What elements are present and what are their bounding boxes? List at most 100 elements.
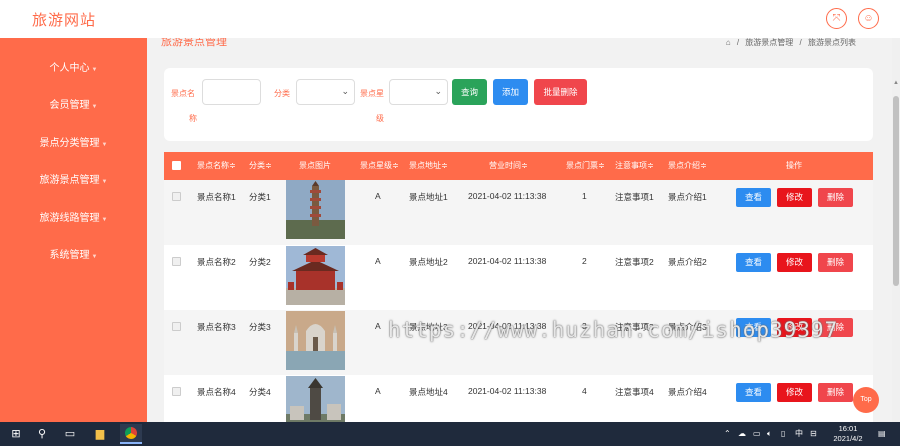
sidebar-item-label: 系统管理 (49, 250, 90, 261)
column-header-time[interactable]: 营业时间≑ (489, 152, 528, 180)
network-icon[interactable]: ▭ (753, 422, 761, 446)
user-icon[interactable]: ☺ (858, 8, 879, 29)
page-scrollbar[interactable]: ▲ (892, 38, 900, 422)
star-select[interactable]: ⌄ (389, 79, 448, 105)
main-content: 旅游景点管理 ⌂ / 旅游景点管理 / 旅游景点列表 景点名 称 分类 ⌄ 景点… (147, 38, 900, 422)
sidebar-item-routes[interactable]: 旅游线路管理 ▼ (0, 209, 147, 229)
sidebar: 个人中心 ▼ 会员管理 ▼ 景点分类管理 ▼ 旅游景点管理 ▼ 旅游线路管理 ▼ 系统管理… (0, 38, 147, 422)
breadcrumb-separator: / (799, 38, 802, 47)
site-brand[interactable]: 旅游网站 (32, 9, 96, 30)
cell-notice: 注意事项4 (615, 387, 654, 397)
search-icon[interactable]: ⚲ (34, 426, 50, 442)
fullscreen-icon[interactable]: ⤧ (826, 8, 847, 29)
delete-button[interactable]: 删除 (818, 253, 853, 272)
cell-name: 景点名称2 (197, 257, 236, 267)
sidebar-item-label: 景点分类管理 (39, 138, 100, 149)
sidebar-item-label: 旅游线路管理 (39, 213, 100, 224)
sidebar-item-attractions[interactable]: 旅游景点管理 ▼ (0, 171, 147, 191)
ime-indicator[interactable]: 中 (795, 422, 803, 446)
attraction-image (286, 376, 345, 422)
chevron-down-icon: ▼ (91, 67, 98, 73)
query-button[interactable]: 查询 (452, 79, 487, 105)
attraction-image (286, 180, 345, 239)
column-header-image: 景点图片 (299, 161, 331, 170)
sidebar-item-categories[interactable]: 景点分类管理 ▼ (0, 134, 147, 154)
back-to-top-button[interactable]: Top (853, 387, 879, 413)
delete-button[interactable]: 删除 (818, 188, 853, 207)
delete-button[interactable]: 删除 (818, 383, 853, 402)
view-button[interactable]: 查看 (736, 188, 771, 207)
column-header-ticket[interactable]: 景点门票≑ (566, 152, 605, 180)
input-method-icon[interactable]: ⊟ (810, 422, 817, 446)
column-header-address[interactable]: 景点地址≑ (409, 152, 448, 180)
chevron-down-icon: ▼ (91, 104, 98, 110)
cell-notice: 注意事项1 (615, 192, 654, 202)
windows-start-icon[interactable]: ⊞ (8, 426, 24, 442)
select-all-checkbox[interactable] (172, 161, 181, 170)
star-label-wrap: 级 (376, 114, 384, 123)
star-label: 景点星 (360, 89, 384, 98)
cell-intro: 景点介绍1 (668, 192, 707, 202)
clock-date: 2021/4/2 (833, 434, 863, 443)
tray-chevron-icon[interactable]: ⌃ (724, 422, 731, 446)
column-header-notice[interactable]: 注意事项≑ (615, 152, 654, 180)
column-header-category[interactable]: 分类≑ (249, 152, 272, 180)
cell-notice: 注意事项2 (615, 257, 654, 267)
add-button[interactable]: 添加 (493, 79, 528, 105)
cell-category: 分类1 (249, 192, 271, 202)
chevron-down-icon: ▼ (101, 142, 108, 148)
chevron-down-icon: ⌄ (341, 86, 349, 96)
page-title: 旅游景点管理 (161, 38, 227, 48)
page-header: 旅游景点管理 ⌂ / 旅游景点管理 / 旅游景点列表 (147, 38, 892, 54)
name-input[interactable] (202, 79, 261, 105)
sidebar-item-members[interactable]: 会员管理 ▼ (0, 96, 147, 116)
chrome-icon[interactable] (120, 424, 142, 444)
cell-address: 景点地址1 (409, 192, 448, 202)
category-select[interactable]: ⌄ (296, 79, 355, 105)
windows-taskbar: ⊞ ⚲ ▭ ▆ ⌃ ☁ ▭ 🔈︎ ▯ 中 ⊟ 16:01 2021/4/2 ▤ (0, 422, 900, 446)
task-view-icon[interactable]: ▭ (62, 426, 78, 442)
sidebar-item-personal-center[interactable]: 个人中心 ▼ (0, 59, 147, 79)
cloud-icon[interactable]: ☁ (738, 422, 746, 446)
cell-ticket: 4 (582, 386, 587, 396)
row-checkbox[interactable] (172, 192, 181, 201)
cell-time: 2021-04-02 11:13:38 (468, 256, 547, 266)
view-button[interactable]: 查看 (736, 383, 771, 402)
table-row: 景点名称2 分类2 A 景点地址2 2021-04-02 11:13:38 2 … (164, 245, 873, 310)
column-header-name[interactable]: 景点名称≑ (197, 152, 236, 180)
attraction-image (286, 311, 345, 370)
edit-button[interactable]: 修改 (777, 383, 812, 402)
notification-icon[interactable]: ▤ (878, 422, 886, 446)
attraction-image (286, 246, 345, 305)
sidebar-item-system[interactable]: 系统管理 ▼ (0, 246, 147, 266)
volume-icon[interactable]: 🔈︎ (767, 422, 772, 446)
row-checkbox[interactable] (172, 387, 181, 396)
breadcrumb: ⌂ / 旅游景点管理 / 旅游景点列表 (722, 38, 856, 48)
attractions-table: 景点名称≑ 分类≑ 景点图片 景点星级≑ 景点地址≑ 营业时间≑ 景点门票≑ 注… (164, 152, 873, 422)
breadcrumb-item[interactable]: 旅游景点管理 (745, 38, 793, 47)
taskbar-clock[interactable]: 16:01 2021/4/2 (826, 424, 870, 444)
scroll-up-icon[interactable]: ▲ (892, 80, 900, 90)
cell-address: 景点地址2 (409, 257, 448, 267)
batch-delete-button[interactable]: 批量删除 (534, 79, 587, 105)
cell-name: 景点名称4 (197, 387, 236, 397)
row-checkbox[interactable] (172, 257, 181, 266)
battery-icon[interactable]: ▯ (781, 422, 785, 446)
scrollbar-thumb[interactable] (893, 96, 899, 286)
column-header-star[interactable]: 景点星级≑ (360, 152, 399, 180)
row-checkbox[interactable] (172, 322, 181, 331)
cell-category: 分类3 (249, 322, 271, 332)
file-explorer-icon[interactable]: ▆ (92, 426, 108, 442)
chevron-down-icon: ⌄ (434, 86, 442, 96)
column-header-intro[interactable]: 景点介绍≑ (668, 152, 707, 180)
view-button[interactable]: 查看 (736, 253, 771, 272)
cell-intro: 景点介绍4 (668, 387, 707, 397)
cell-time: 2021-04-02 11:13:38 (468, 386, 547, 396)
edit-button[interactable]: 修改 (777, 188, 812, 207)
cell-star: A (375, 321, 381, 331)
cell-address: 景点地址4 (409, 387, 448, 397)
cell-category: 分类4 (249, 387, 271, 397)
table-row: 景点名称1 分类1 A 景点地址1 2021-04-02 11:13:38 1 … (164, 180, 873, 245)
home-icon[interactable]: ⌂ (726, 38, 731, 47)
edit-button[interactable]: 修改 (777, 253, 812, 272)
